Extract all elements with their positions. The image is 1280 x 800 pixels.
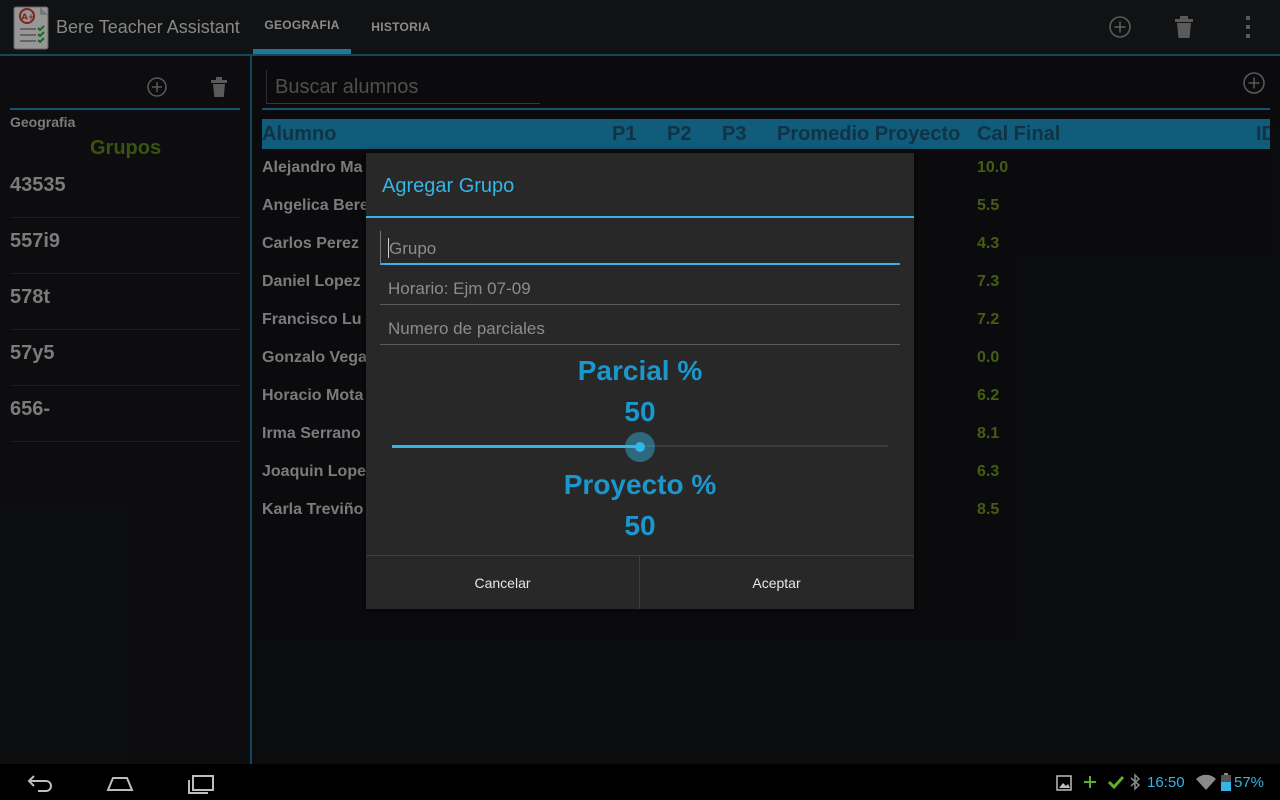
group-name-field[interactable]: Grupo (380, 231, 900, 265)
recent-apps-icon[interactable] (186, 772, 216, 794)
schedule-field[interactable]: Horario: Ejm 07-09 (380, 271, 900, 305)
battery-icon (1221, 773, 1231, 791)
wifi-icon (1196, 774, 1216, 790)
battery-percentage: 57% (1234, 774, 1265, 791)
accept-button[interactable]: Aceptar (640, 556, 913, 609)
home-icon[interactable] (105, 772, 135, 794)
partials-count-field[interactable]: Numero de parciales (380, 311, 900, 345)
dialog-title: Agregar Grupo (382, 175, 515, 197)
add-group-dialog: Agregar Grupo Grupo Horario: Ejm 07-09 N… (366, 153, 914, 609)
dialog-title-divider (366, 216, 914, 218)
cancel-button[interactable]: Cancelar (366, 556, 639, 609)
bluetooth-icon (1130, 773, 1141, 791)
percentage-slider-fill (392, 445, 640, 448)
system-bar: 16:50 57% (0, 764, 1280, 800)
percentage-slider-thumb[interactable] (625, 432, 655, 462)
parcial-label: Parcial % (577, 355, 703, 386)
clock: 16:50 (1147, 774, 1185, 791)
image-icon (1056, 775, 1072, 791)
text-cursor (388, 238, 389, 258)
parcial-value: 50 (624, 396, 656, 427)
check-icon (1107, 775, 1125, 789)
proyecto-value: 50 (624, 510, 656, 541)
proyecto-label: Proyecto % (563, 469, 717, 500)
plus-icon (1084, 776, 1096, 788)
back-icon[interactable] (26, 772, 54, 794)
